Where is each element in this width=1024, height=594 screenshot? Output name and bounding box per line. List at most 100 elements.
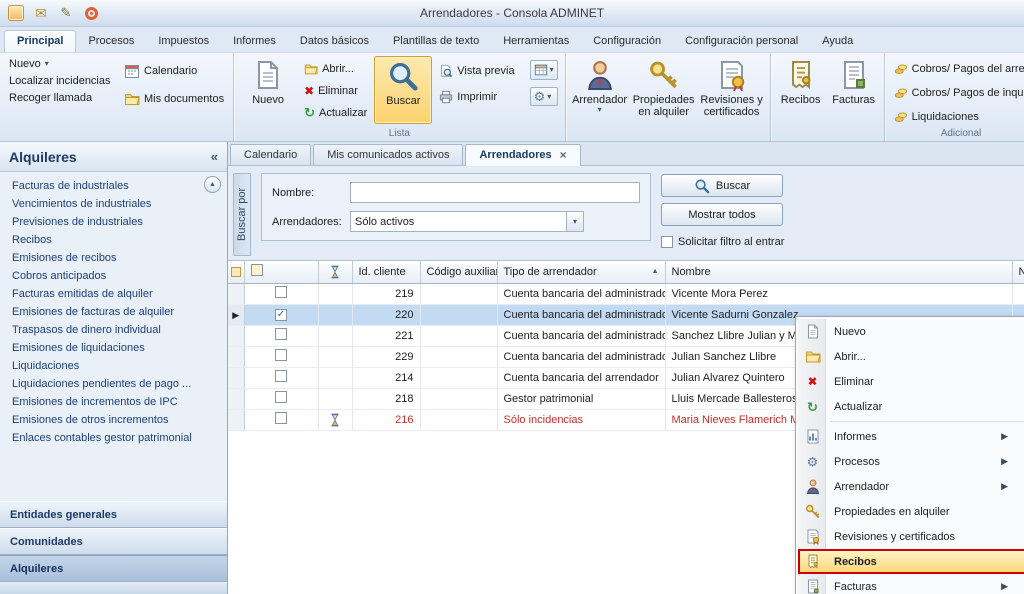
menu-item-arrendador[interactable]: Arrendador ▶ (798, 474, 1024, 499)
revisiones-certificados-button[interactable]: Revisiones y certificados (699, 56, 765, 124)
sidebar-item-liquidaciones[interactable]: Liquidaciones (0, 357, 227, 375)
menu-item-procesos[interactable]: ⚙ Procesos ▶ (798, 449, 1024, 474)
menu-item-abrir[interactable]: Abrir... (798, 344, 1024, 369)
menu-item-revisiones[interactable]: Revisiones y certificados (798, 524, 1024, 549)
close-icon[interactable]: × (560, 149, 567, 161)
sidebar-item-recibos[interactable]: Recibos (0, 231, 227, 249)
show-all-button[interactable]: Mostrar todos (661, 203, 783, 226)
liquidaciones-button[interactable]: Liquidaciones (890, 108, 1024, 126)
checkbox[interactable] (275, 412, 287, 424)
nombre-input[interactable] (350, 182, 640, 203)
column-header-id-cliente[interactable]: Id. cliente (352, 261, 420, 283)
scroll-up-icon[interactable]: ▲ (204, 176, 221, 193)
recibos-button[interactable]: Recibos (776, 56, 826, 124)
sidebar-item-vencimientos-industriales[interactable]: Vencimientos de industriales (0, 195, 227, 213)
propiedades-en-alquiler-button[interactable]: Propiedades en alquiler (632, 56, 696, 124)
chevron-down-icon: ▾ (550, 66, 554, 74)
tab-mis-comunicados[interactable]: Mis comunicados activos (313, 144, 463, 165)
broadcast-icon[interactable] (81, 3, 101, 23)
menu-item-recibos[interactable]: Recibos (798, 549, 1024, 574)
ribbon-tab-herramientas[interactable]: Herramientas (491, 31, 581, 52)
sidebar-item-facturas-emitidas[interactable]: Facturas emitidas de alquiler (0, 285, 227, 303)
checkbox[interactable] (251, 264, 263, 276)
nuevo-button[interactable]: Nuevo (239, 56, 297, 124)
search-panel: Buscar por Nombre: Arrendadores: Sólo ac… (228, 166, 1024, 260)
recoger-llamada-button[interactable]: Recoger llamada (5, 90, 117, 106)
incidencias-column-header[interactable] (318, 261, 352, 283)
ribbon-tab-configuracion-personal[interactable]: Configuración personal (673, 31, 810, 52)
cobros-pagos-inquilino-button[interactable]: Cobros/ Pagos de inquil (890, 84, 1024, 102)
collapse-sidebar-icon[interactable]: « (211, 149, 218, 164)
ribbon-tab-informes[interactable]: Informes (221, 31, 288, 52)
cobros-pagos-arrendador-button[interactable]: Cobros/ Pagos del arre (890, 60, 1024, 78)
sidebar-item-otros-incrementos[interactable]: Emisiones de otros incrementos (0, 411, 227, 429)
menu-item-eliminar[interactable]: ✖ Eliminar (798, 369, 1024, 394)
checkbox[interactable] (661, 236, 673, 248)
sidebar-item-incrementos-ipc[interactable]: Emisiones de incrementos de IPC (0, 393, 227, 411)
tab-calendario[interactable]: Calendario (230, 144, 311, 165)
sidebar-item-emisiones-recibos[interactable]: Emisiones de recibos (0, 249, 227, 267)
localizar-incidencias-button[interactable]: Localizar incidencias (5, 73, 117, 89)
checkbox-column-header[interactable] (244, 261, 318, 283)
ribbon-tab-datos-basicos[interactable]: Datos básicos (288, 31, 381, 52)
imprimir-button[interactable]: Imprimir (435, 88, 518, 106)
grid-layout-dropdown[interactable]: ▾ (530, 60, 558, 80)
actualizar-button[interactable]: ↻Actualizar (300, 104, 371, 121)
new-menu-button[interactable]: Nuevo▾ (5, 56, 117, 72)
facturas-button[interactable]: Facturas (829, 56, 879, 124)
sidebar-group-comunidades[interactable]: Comunidades (0, 528, 227, 555)
sidebar-item-previsiones-industriales[interactable]: Previsiones de industriales (0, 213, 227, 231)
ribbon-tab-configuracion[interactable]: Configuración (581, 31, 673, 52)
search-submit-button[interactable]: Buscar (661, 174, 783, 197)
buscar-button[interactable]: Buscar (374, 56, 432, 124)
eliminar-button[interactable]: ✖Eliminar (300, 83, 371, 99)
sidebar-item-facturas-industriales[interactable]: Facturas de industriales (0, 177, 227, 195)
menu-item-informes[interactable]: Informes ▶ (798, 424, 1024, 449)
menu-item-actualizar[interactable]: ↻ Actualizar (798, 394, 1024, 419)
corner-header (228, 261, 244, 283)
arrendador-button[interactable]: Arrendador ▾ (571, 56, 629, 124)
arrendadores-select[interactable]: Sólo activos ▾ (350, 211, 584, 232)
abrir-button[interactable]: Abrir... (300, 60, 371, 78)
ribbon-tab-ayuda[interactable]: Ayuda (810, 31, 865, 52)
ribbon-tab-procesos[interactable]: Procesos (76, 31, 146, 52)
select-all-icon[interactable] (231, 267, 241, 277)
ribbon-tab-principal[interactable]: Principal (4, 30, 76, 52)
ribbon-tab-plantillas[interactable]: Plantillas de texto (381, 31, 491, 52)
app-icon[interactable] (6, 3, 26, 23)
buscar-por-tab[interactable]: Buscar por (233, 173, 251, 256)
checkbox[interactable] (275, 328, 287, 340)
chevron-down-icon[interactable]: ▾ (566, 212, 583, 231)
ribbon-tab-impuestos[interactable]: Impuestos (146, 31, 221, 52)
sidebar-group-entidades-generales[interactable]: Entidades generales (0, 501, 227, 528)
column-header-codigo-auxiliar[interactable]: Código auxiliar (420, 261, 497, 283)
ribbon-group-general: Nuevo▾ Localizar incidencias Recoger lla… (0, 53, 234, 141)
sidebar-item-enlaces-contables[interactable]: Enlaces contables gestor patrimonial (0, 429, 227, 447)
sidebar-item-emisiones-facturas[interactable]: Emisiones de facturas de alquiler (0, 303, 227, 321)
menu-item-nuevo[interactable]: Nuevo (798, 319, 1024, 344)
mail-icon[interactable]: ✉ (31, 3, 51, 23)
tab-arrendadores[interactable]: Arrendadores × (465, 144, 580, 166)
sidebar-item-liquidaciones-pendientes[interactable]: Liquidaciones pendientes de pago ... (0, 375, 227, 393)
checkbox[interactable] (275, 286, 287, 298)
menu-item-facturas[interactable]: Facturas ▶ (798, 574, 1024, 594)
sidebar-item-cobros-anticipados[interactable]: Cobros anticipados (0, 267, 227, 285)
compose-icon[interactable]: ✎ (56, 3, 76, 23)
calendario-button[interactable]: Calendario (120, 61, 228, 81)
checkbox[interactable] (275, 349, 287, 361)
sidebar-item-emisiones-liquidaciones[interactable]: Emisiones de liquidaciones (0, 339, 227, 357)
column-header-notas[interactable]: No (1012, 261, 1024, 283)
sidebar-item-traspasos-dinero[interactable]: Traspasos de dinero individual (0, 321, 227, 339)
grid-settings-dropdown[interactable]: ⚙▾ (530, 87, 558, 106)
checkbox[interactable] (275, 391, 287, 403)
column-header-tipo-arrendador[interactable]: Tipo de arrendador▲ (497, 261, 665, 283)
checkbox-checked[interactable]: ✓ (275, 309, 287, 321)
vista-previa-button[interactable]: Vista previa (435, 62, 518, 80)
menu-item-propiedades[interactable]: Propiedades en alquiler (798, 499, 1024, 524)
request-filter-checkbox[interactable]: Solicitar filtro al entrar (661, 236, 784, 248)
checkbox[interactable] (275, 370, 287, 382)
column-header-nombre[interactable]: Nombre (665, 261, 1012, 283)
refresh-icon: ↻ (304, 106, 315, 119)
mis-documentos-button[interactable]: Mis documentos (120, 89, 228, 109)
sidebar-group-alquileres[interactable]: Alquileres (0, 555, 227, 582)
